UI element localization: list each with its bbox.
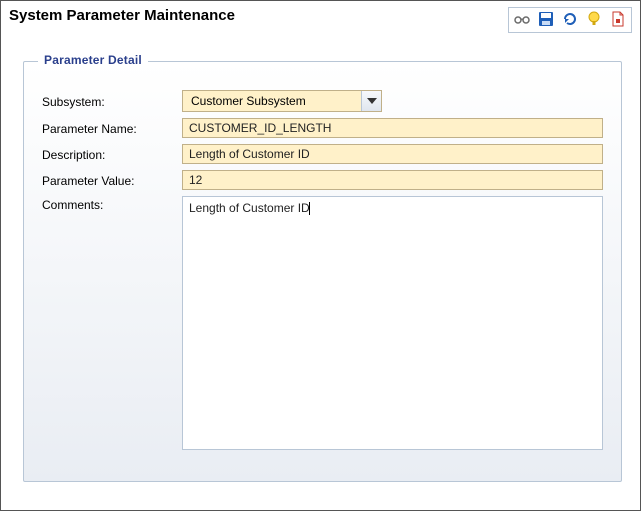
chevron-down-icon — [367, 98, 377, 104]
refresh-button[interactable] — [561, 11, 579, 29]
panel-legend: Parameter Detail — [38, 53, 148, 67]
text-cursor — [309, 202, 310, 215]
label-comments: Comments: — [42, 196, 182, 212]
page-title: System Parameter Maintenance — [9, 7, 235, 24]
save-button[interactable] — [537, 11, 555, 29]
subsystem-dropdown-button[interactable] — [361, 91, 381, 111]
label-description: Description: — [42, 146, 182, 162]
new-button[interactable] — [609, 11, 627, 29]
row-comments: Comments: Length of Customer ID — [42, 196, 603, 450]
parameter-detail-panel: Parameter Detail Subsystem: Customer Sub… — [23, 61, 622, 482]
parameter-value-field[interactable]: 12 — [182, 170, 603, 190]
glasses-icon — [514, 13, 530, 27]
subsystem-select-value: Customer Subsystem — [183, 91, 361, 111]
row-parameter-name: Parameter Name: CUSTOMER_ID_LENGTH — [42, 118, 603, 138]
row-description: Description: Length of Customer ID — [42, 144, 603, 164]
parameter-name-field[interactable]: CUSTOMER_ID_LENGTH — [182, 118, 603, 138]
label-parameter-name: Parameter Name: — [42, 120, 182, 136]
help-button[interactable] — [585, 11, 603, 29]
label-parameter-value: Parameter Value: — [42, 172, 182, 188]
comments-text: Length of Customer ID — [189, 201, 310, 215]
row-parameter-value: Parameter Value: 12 — [42, 170, 603, 190]
view-button[interactable] — [513, 11, 531, 29]
refresh-icon — [562, 11, 578, 30]
header-bar: System Parameter Maintenance — [1, 1, 640, 35]
description-field[interactable]: Length of Customer ID — [182, 144, 603, 164]
comments-textarea[interactable]: Length of Customer ID — [182, 196, 603, 450]
row-subsystem: Subsystem: Customer Subsystem — [42, 90, 603, 112]
toolbar — [508, 7, 632, 33]
label-subsystem: Subsystem: — [42, 93, 182, 109]
new-icon — [611, 11, 625, 30]
subsystem-select[interactable]: Customer Subsystem — [182, 90, 382, 112]
app-window: System Parameter Maintenance — [0, 0, 641, 511]
help-icon — [587, 11, 601, 30]
save-icon — [538, 11, 554, 30]
